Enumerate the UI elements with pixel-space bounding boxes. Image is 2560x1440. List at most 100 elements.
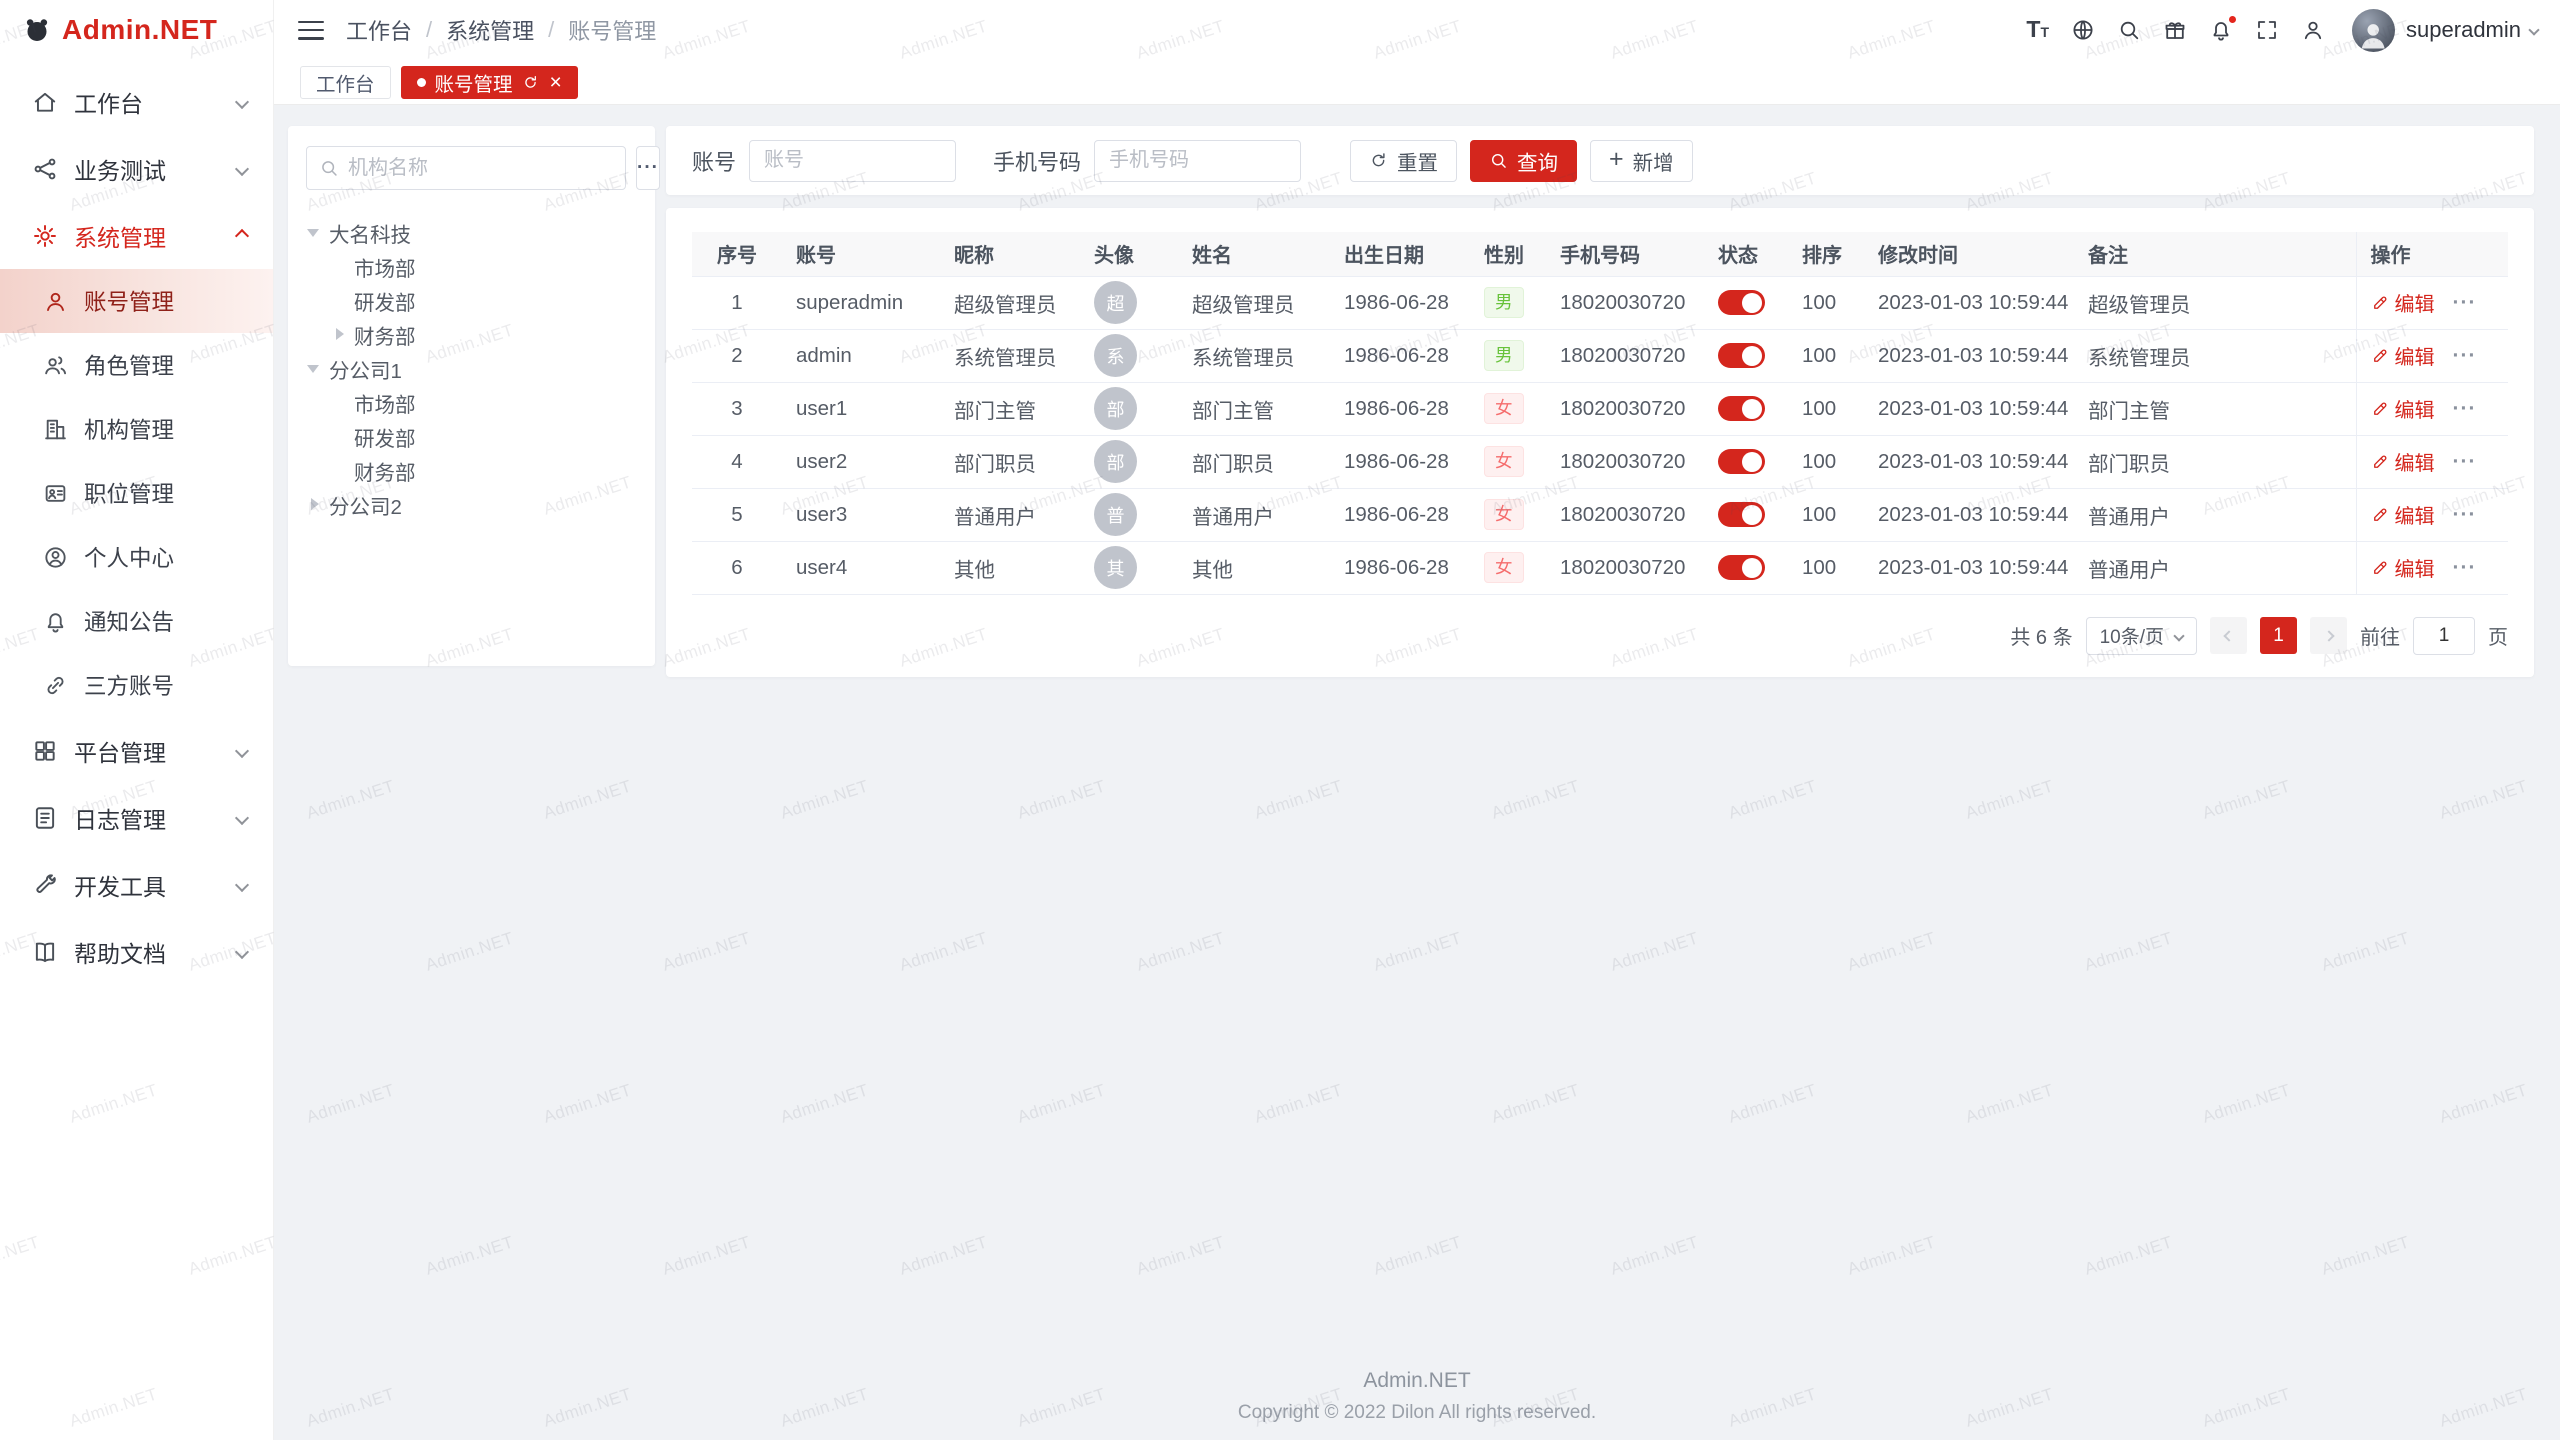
column-header-phone: 手机号码	[1546, 232, 1704, 276]
sidebar-item-label: 开发工具	[74, 868, 221, 902]
sidebar-subitem-third-party-account[interactable]: 三方账号	[0, 653, 273, 717]
column-header-birth: 出生日期	[1330, 232, 1470, 276]
page-1-button[interactable]: 1	[2260, 617, 2297, 654]
tab-account-management[interactable]: 账号管理×	[401, 66, 578, 99]
font-size-icon[interactable]: TT	[2026, 18, 2049, 42]
hamburger-menu-icon[interactable]	[298, 21, 324, 40]
tree-node[interactable]: 大名科技	[306, 216, 637, 250]
edit-button[interactable]: 编辑	[2371, 500, 2435, 529]
topbar: 工作台/系统管理/账号管理 TT superadmin	[274, 0, 2560, 60]
table-header-row: 序号账号昵称头像姓名出生日期性别手机号码状态排序修改时间备注操作	[692, 232, 2508, 276]
sidebar-subitem-role-management[interactable]: 角色管理	[0, 333, 273, 397]
cell-phone: 18020030720	[1546, 276, 1704, 329]
column-header-account: 账号	[782, 232, 940, 276]
cell-nickname: 部门主管	[940, 382, 1080, 435]
cell-modified: 2023-01-03 10:59:44	[1864, 329, 2074, 382]
breadcrumb-item[interactable]: 工作台	[346, 14, 412, 46]
sidebar-item-dev-tools[interactable]: 开发工具	[0, 851, 273, 918]
tree-node[interactable]: 研发部	[306, 420, 637, 454]
edit-button[interactable]: 编辑	[2371, 341, 2435, 370]
logo-text: Admin.NET	[62, 14, 217, 46]
status-toggle[interactable]	[1718, 449, 1765, 474]
bell-icon[interactable]	[2209, 18, 2233, 42]
cell-gender: 女	[1470, 488, 1546, 541]
tree-node[interactable]: 市场部	[306, 386, 637, 420]
tree-node[interactable]: 研发部	[306, 284, 637, 318]
status-toggle[interactable]	[1718, 502, 1765, 527]
row-more-button[interactable]: ···	[2453, 291, 2477, 314]
tree-node[interactable]: 财务部	[306, 318, 637, 352]
status-toggle[interactable]	[1718, 343, 1765, 368]
column-header-remark: 备注	[2074, 232, 2356, 276]
row-avatar: 部	[1094, 440, 1137, 483]
edit-icon	[2371, 453, 2389, 471]
sidebar-item-workbench[interactable]: 工作台	[0, 68, 273, 135]
sidebar-subitem-org-management[interactable]: 机构管理	[0, 397, 273, 461]
status-toggle[interactable]	[1718, 555, 1765, 580]
search-icon	[319, 158, 339, 178]
sidebar-subitem-account-management[interactable]: 账号管理	[0, 269, 273, 333]
search-button[interactable]: 查询	[1470, 140, 1577, 182]
gift-icon[interactable]	[2163, 18, 2187, 42]
edit-button[interactable]: 编辑	[2371, 288, 2435, 317]
row-more-button[interactable]: ···	[2453, 556, 2477, 579]
sidebar-item-help-docs[interactable]: 帮助文档	[0, 918, 273, 985]
org-search-input[interactable]	[348, 157, 613, 180]
cell-modified: 2023-01-03 10:59:44	[1864, 276, 2074, 329]
table-body: 1superadmin超级管理员超超级管理员1986-06-28男1802003…	[692, 276, 2508, 594]
edit-button[interactable]: 编辑	[2371, 447, 2435, 476]
row-more-button[interactable]: ···	[2453, 397, 2477, 420]
org-more-button[interactable]: ···	[636, 146, 660, 190]
column-header-nickname: 昵称	[940, 232, 1080, 276]
sidebar-item-system-management[interactable]: 系统管理	[0, 202, 273, 269]
page-size-value: 10条/页	[2100, 622, 2164, 649]
prev-page-button[interactable]	[2210, 617, 2247, 654]
sidebar-subitem-personal-center[interactable]: 个人中心	[0, 525, 273, 589]
cell-name: 其他	[1178, 541, 1330, 594]
refresh-icon[interactable]	[522, 74, 539, 91]
search-icon[interactable]	[2117, 18, 2141, 42]
breadcrumb-item[interactable]: 账号管理	[568, 14, 656, 46]
sidebar-subitem-position-management[interactable]: 职位管理	[0, 461, 273, 525]
breadcrumb-item[interactable]: 系统管理	[446, 14, 534, 46]
tree-node[interactable]: 财务部	[306, 454, 637, 488]
cell-gender: 女	[1470, 435, 1546, 488]
search-button-label: 查询	[1517, 146, 1558, 176]
caret-placeholder	[331, 293, 347, 309]
tab-workbench[interactable]: 工作台	[300, 66, 391, 99]
flow-icon	[32, 156, 58, 182]
fullscreen-icon[interactable]	[2255, 18, 2279, 42]
page-size-select[interactable]: 10条/页	[2086, 617, 2197, 655]
status-toggle[interactable]	[1718, 290, 1765, 315]
close-icon[interactable]: ×	[550, 72, 562, 93]
row-more-button[interactable]: ···	[2453, 344, 2477, 367]
phone-filter-input[interactable]	[1094, 140, 1301, 182]
user-menu[interactable]: superadmin	[2336, 9, 2538, 52]
edit-button[interactable]: 编辑	[2371, 553, 2435, 582]
cell-actions: 编辑 ···	[2356, 541, 2508, 594]
goto-page-input[interactable]	[2413, 617, 2475, 655]
tree-node[interactable]: 分公司1	[306, 352, 637, 386]
account-filter-input[interactable]	[749, 140, 956, 182]
chevron-down-icon	[235, 944, 249, 958]
status-toggle[interactable]	[1718, 396, 1765, 421]
edit-button[interactable]: 编辑	[2371, 394, 2435, 423]
app-logo[interactable]: Admin.NET	[0, 0, 273, 60]
add-button[interactable]: + 新增	[1590, 140, 1693, 182]
tree-node[interactable]: 市场部	[306, 250, 637, 284]
toggle-knob	[1742, 505, 1762, 525]
row-more-button[interactable]: ···	[2453, 503, 2477, 526]
sidebar-item-log-management[interactable]: 日志管理	[0, 784, 273, 851]
cell-avatar: 超	[1080, 276, 1178, 329]
reset-button[interactable]: 重置	[1350, 140, 1457, 182]
globe-icon[interactable]	[2071, 18, 2095, 42]
next-page-button[interactable]	[2310, 617, 2347, 654]
tree-node[interactable]: 分公司2	[306, 488, 637, 522]
user-outline-icon[interactable]	[2301, 18, 2325, 42]
row-more-button[interactable]: ···	[2453, 450, 2477, 473]
sidebar-item-business-test[interactable]: 业务测试	[0, 135, 273, 202]
cell-birth: 1986-06-28	[1330, 435, 1470, 488]
sidebar-item-platform-management[interactable]: 平台管理	[0, 717, 273, 784]
cell-name: 部门主管	[1178, 382, 1330, 435]
sidebar-subitem-notice[interactable]: 通知公告	[0, 589, 273, 653]
